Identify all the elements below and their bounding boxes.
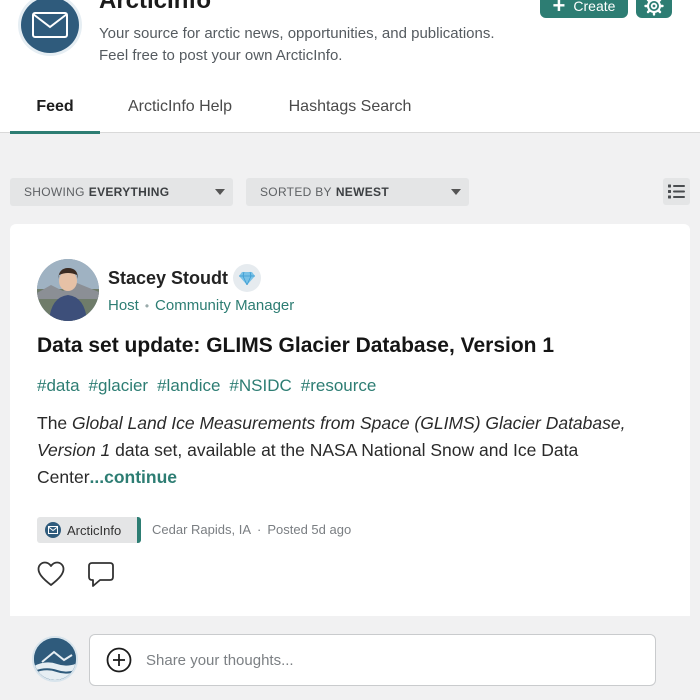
body-intro: The xyxy=(37,413,73,433)
showing-filter-dropdown[interactable]: SHOWING EVERYTHING xyxy=(10,178,233,206)
diamond-icon xyxy=(233,264,261,292)
role-label: Host xyxy=(108,297,139,314)
post-body: The Global Land Ice Measurements from Sp… xyxy=(37,410,667,491)
hashtag-link[interactable]: #glacier xyxy=(89,376,149,396)
continue-link[interactable]: ...continue xyxy=(90,467,178,487)
group-description: Your source for arctic news, opportuniti… xyxy=(99,23,559,67)
hashtag-list: #data #glacier #landice #NSIDC #resource xyxy=(37,376,376,396)
author-name[interactable]: Stacey Stoudt xyxy=(108,268,228,289)
author-title: Community Manager xyxy=(155,297,295,314)
source-chip[interactable]: ArcticInfo xyxy=(37,517,141,543)
comment-button[interactable] xyxy=(87,561,115,589)
heart-icon xyxy=(37,561,65,586)
hashtag-link[interactable]: #landice xyxy=(157,376,220,396)
author-photo xyxy=(37,259,99,321)
hashtag-link[interactable]: #data xyxy=(37,376,80,396)
separator-dot: • xyxy=(144,298,150,313)
sorted-value: NEWEST xyxy=(335,185,389,199)
group-avatar xyxy=(32,636,78,682)
list-view-button[interactable] xyxy=(663,178,690,205)
group-title: ArcticInfo xyxy=(99,0,212,14)
post-card[interactable]: Stacey Stoudt Host • Community Manager D… xyxy=(10,224,690,616)
envelope-icon xyxy=(45,522,61,538)
source-label: ArcticInfo xyxy=(67,522,122,538)
tab-arcticinfo-help[interactable]: ArcticInfo Help xyxy=(100,88,260,133)
post-composer xyxy=(10,616,690,700)
post-title[interactable]: Data set update: GLIMS Glacier Database,… xyxy=(37,334,554,358)
list-icon xyxy=(668,184,685,199)
separator-dot: · xyxy=(257,522,262,537)
arcticinfo-logo-icon xyxy=(34,638,76,680)
showing-prefix: SHOWING xyxy=(24,185,85,199)
description-line-2: Feel free to post your own ArcticInfo. xyxy=(99,47,343,64)
showing-value: EVERYTHING xyxy=(88,185,170,199)
plus-icon: + xyxy=(552,0,566,18)
add-circle-icon[interactable] xyxy=(106,647,132,673)
group-logo xyxy=(18,0,82,56)
create-button[interactable]: + Create xyxy=(540,0,628,18)
sorted-prefix: SORTED BY xyxy=(260,185,332,199)
tab-feed[interactable]: Feed xyxy=(10,88,100,134)
chevron-down-icon xyxy=(215,189,225,195)
envelope-icon xyxy=(32,12,68,38)
hashtag-link[interactable]: #NSIDC xyxy=(229,376,291,396)
avatar[interactable] xyxy=(37,259,99,321)
comment-icon xyxy=(88,562,114,587)
group-header: ArcticInfo Your source for arctic news, … xyxy=(0,0,700,134)
share-thoughts-field[interactable] xyxy=(89,634,656,686)
hashtag-link[interactable]: #resource xyxy=(301,376,377,396)
description-line-1: Your source for arctic news, opportuniti… xyxy=(99,25,495,42)
author-role: Host • Community Manager xyxy=(108,297,294,314)
post-meta: Cedar Rapids, IA · Posted 5d ago xyxy=(152,522,351,537)
tab-hashtags-search[interactable]: Hashtags Search xyxy=(260,88,440,133)
chevron-down-icon xyxy=(451,189,461,195)
settings-button[interactable] xyxy=(636,0,672,18)
tab-bar: Feed ArcticInfo Help Hashtags Search xyxy=(10,88,440,134)
create-label: Create xyxy=(573,0,616,14)
like-button[interactable] xyxy=(37,561,65,587)
share-thoughts-input[interactable] xyxy=(146,651,626,669)
sort-dropdown[interactable]: SORTED BY NEWEST xyxy=(246,178,469,206)
post-location: Cedar Rapids, IA xyxy=(152,522,251,537)
post-time: Posted 5d ago xyxy=(267,522,352,537)
gear-icon xyxy=(644,0,664,16)
